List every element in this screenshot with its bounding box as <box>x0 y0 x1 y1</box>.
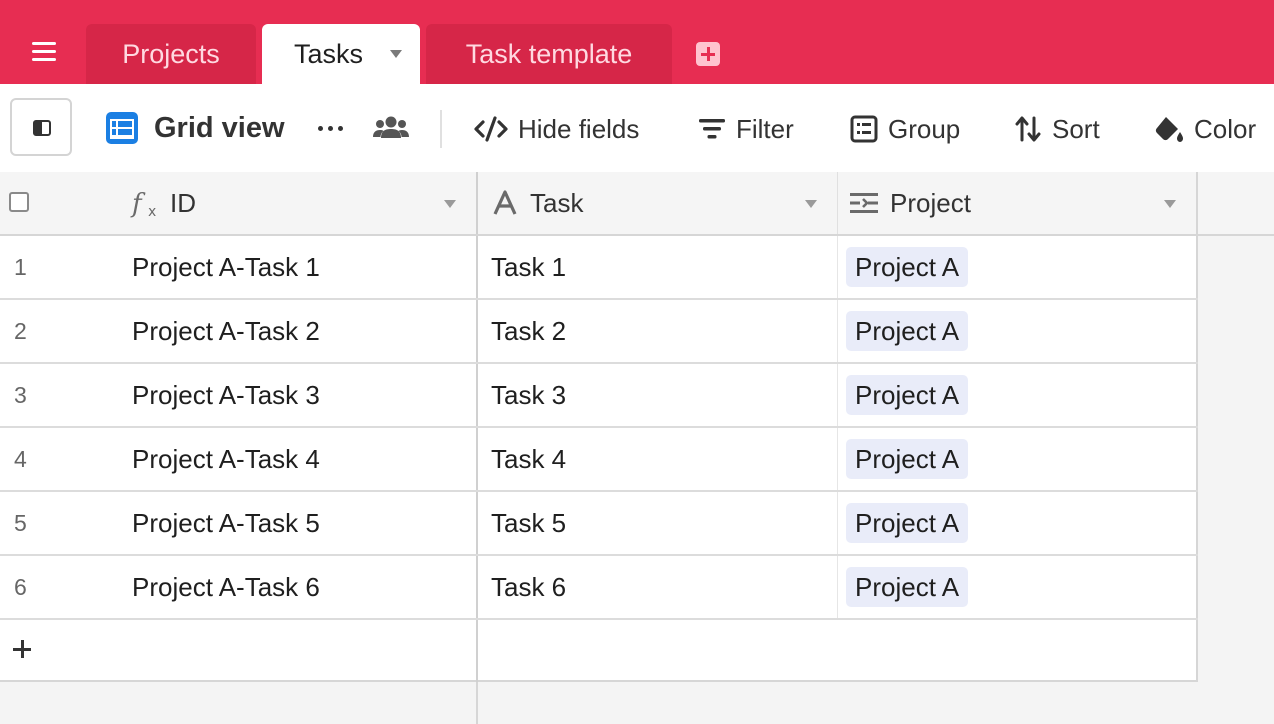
tab-tasks[interactable]: Tasks <box>262 24 420 84</box>
tab-label: Task template <box>465 38 633 69</box>
sort-button[interactable]: Sort <box>1014 112 1100 146</box>
add-record-row[interactable] <box>0 620 1198 682</box>
linked-record-chip[interactable]: Project A <box>846 439 969 479</box>
hamburger-menu-icon[interactable] <box>26 30 62 78</box>
filter-button[interactable]: Filter <box>698 112 794 146</box>
sidebar-toggle-icon <box>33 120 51 136</box>
eye-slash-code-icon <box>474 116 508 142</box>
color-button[interactable]: Color <box>1154 112 1256 146</box>
group-list-icon <box>850 115 878 143</box>
linked-record-chip[interactable]: Project A <box>846 247 969 287</box>
column-header-id[interactable]: f x ID <box>118 172 478 234</box>
tab-projects[interactable]: Projects <box>86 24 256 84</box>
table-row[interactable]: 4 Project A-Task 4 Task 4 Project A <box>0 428 1198 492</box>
view-name: Grid view <box>154 112 285 144</box>
linked-record-chip[interactable]: Project A <box>846 503 969 543</box>
column-header-label: Project <box>890 187 971 218</box>
filter-lines-icon <box>699 119 725 139</box>
column-divider <box>476 620 478 682</box>
chevron-down-icon[interactable] <box>1164 200 1176 208</box>
column-header-project[interactable]: Project <box>838 172 1198 234</box>
table-row[interactable]: 1 Project A-Task 1 Task 1 Project A <box>0 236 1198 300</box>
tab-task-template[interactable]: Task template <box>426 24 672 84</box>
linked-record-icon <box>850 193 878 213</box>
sort-label: Sort <box>1052 113 1100 144</box>
text-a-icon <box>493 190 517 215</box>
cell-project[interactable]: Project A <box>838 428 1198 490</box>
chevron-down-icon[interactable] <box>444 200 456 208</box>
cell-task[interactable]: Task 2 <box>478 300 838 362</box>
row-number: 1 <box>14 253 27 280</box>
view-toolbar: Grid view Hide fields Filter Group Sort … <box>0 84 1274 174</box>
svg-text:x: x <box>148 204 156 220</box>
cell-id[interactable]: Project A-Task 6 <box>118 556 478 618</box>
table-row[interactable]: 3 Project A-Task 3 Task 3 Project A <box>0 364 1198 428</box>
sort-arrows-icon <box>1015 116 1041 142</box>
hide-fields-label: Hide fields <box>518 113 640 144</box>
hide-fields-button[interactable]: Hide fields <box>474 112 639 146</box>
cell-task[interactable]: Task 3 <box>478 364 838 426</box>
column-header-task[interactable]: Task <box>478 172 838 234</box>
cell-task[interactable]: Task 1 <box>478 236 838 298</box>
add-table-plus-icon[interactable] <box>696 42 720 66</box>
cell-task[interactable]: Task 4 <box>478 428 838 490</box>
linked-record-chip[interactable]: Project A <box>846 311 969 351</box>
filter-label: Filter <box>736 113 794 144</box>
grid-body: 1 Project A-Task 1 Task 1 Project A 2 Pr… <box>0 236 1198 682</box>
grid-view-icon <box>106 112 138 144</box>
cell-project[interactable]: Project A <box>838 492 1198 554</box>
row-number: 4 <box>14 445 27 472</box>
cell-project[interactable]: Project A <box>838 556 1198 618</box>
ellipsis-icon[interactable] <box>314 116 348 142</box>
linked-record-chip[interactable]: Project A <box>846 375 969 415</box>
cell-id[interactable]: Project A-Task 3 <box>118 364 478 426</box>
group-label: Group <box>888 113 961 144</box>
row-number: 3 <box>14 381 27 408</box>
tab-label: Tasks <box>294 38 364 69</box>
toolbar-divider <box>440 110 442 148</box>
cell-project[interactable]: Project A <box>838 236 1198 298</box>
frozen-column-divider <box>476 682 478 724</box>
cell-id[interactable]: Project A-Task 2 <box>118 300 478 362</box>
cell-task[interactable]: Task 6 <box>478 556 838 618</box>
tab-label: Projects <box>122 38 220 69</box>
table-row[interactable]: 6 Project A-Task 6 Task 6 Project A <box>0 556 1198 620</box>
table-row[interactable]: 5 Project A-Task 5 Task 5 Project A <box>0 492 1198 556</box>
people-icon[interactable] <box>372 112 410 144</box>
cell-id[interactable]: Project A-Task 4 <box>118 428 478 490</box>
column-header-label: Task <box>530 187 584 218</box>
paint-bucket-icon <box>1155 117 1183 142</box>
select-all-checkbox[interactable] <box>9 192 29 212</box>
base-tab-bar: Projects Tasks Task template <box>0 0 1274 84</box>
cell-id[interactable]: Project A-Task 1 <box>118 236 478 298</box>
grid-header-row: f x ID Task Project <box>0 172 1198 236</box>
add-record-plus-icon[interactable] <box>13 640 31 658</box>
chevron-down-icon[interactable] <box>805 200 817 208</box>
header-empty-area <box>1196 172 1274 236</box>
cell-project[interactable]: Project A <box>838 364 1198 426</box>
cell-id[interactable]: Project A-Task 5 <box>118 492 478 554</box>
chevron-down-icon[interactable] <box>390 50 402 58</box>
formula-fx-icon: f x <box>130 189 156 220</box>
column-header-label: ID <box>170 187 196 218</box>
cell-project[interactable]: Project A <box>838 300 1198 362</box>
color-label: Color <box>1194 113 1257 144</box>
cell-task[interactable]: Task 5 <box>478 492 838 554</box>
sidebar-toggle-button[interactable] <box>10 98 72 156</box>
svg-text:f: f <box>130 189 146 219</box>
row-number: 5 <box>14 509 27 536</box>
row-number: 6 <box>14 573 27 600</box>
group-button[interactable]: Group <box>850 112 960 146</box>
row-number: 2 <box>14 317 27 344</box>
linked-record-chip[interactable]: Project A <box>846 567 969 607</box>
table-row[interactable]: 2 Project A-Task 2 Task 2 Project A <box>0 300 1198 364</box>
